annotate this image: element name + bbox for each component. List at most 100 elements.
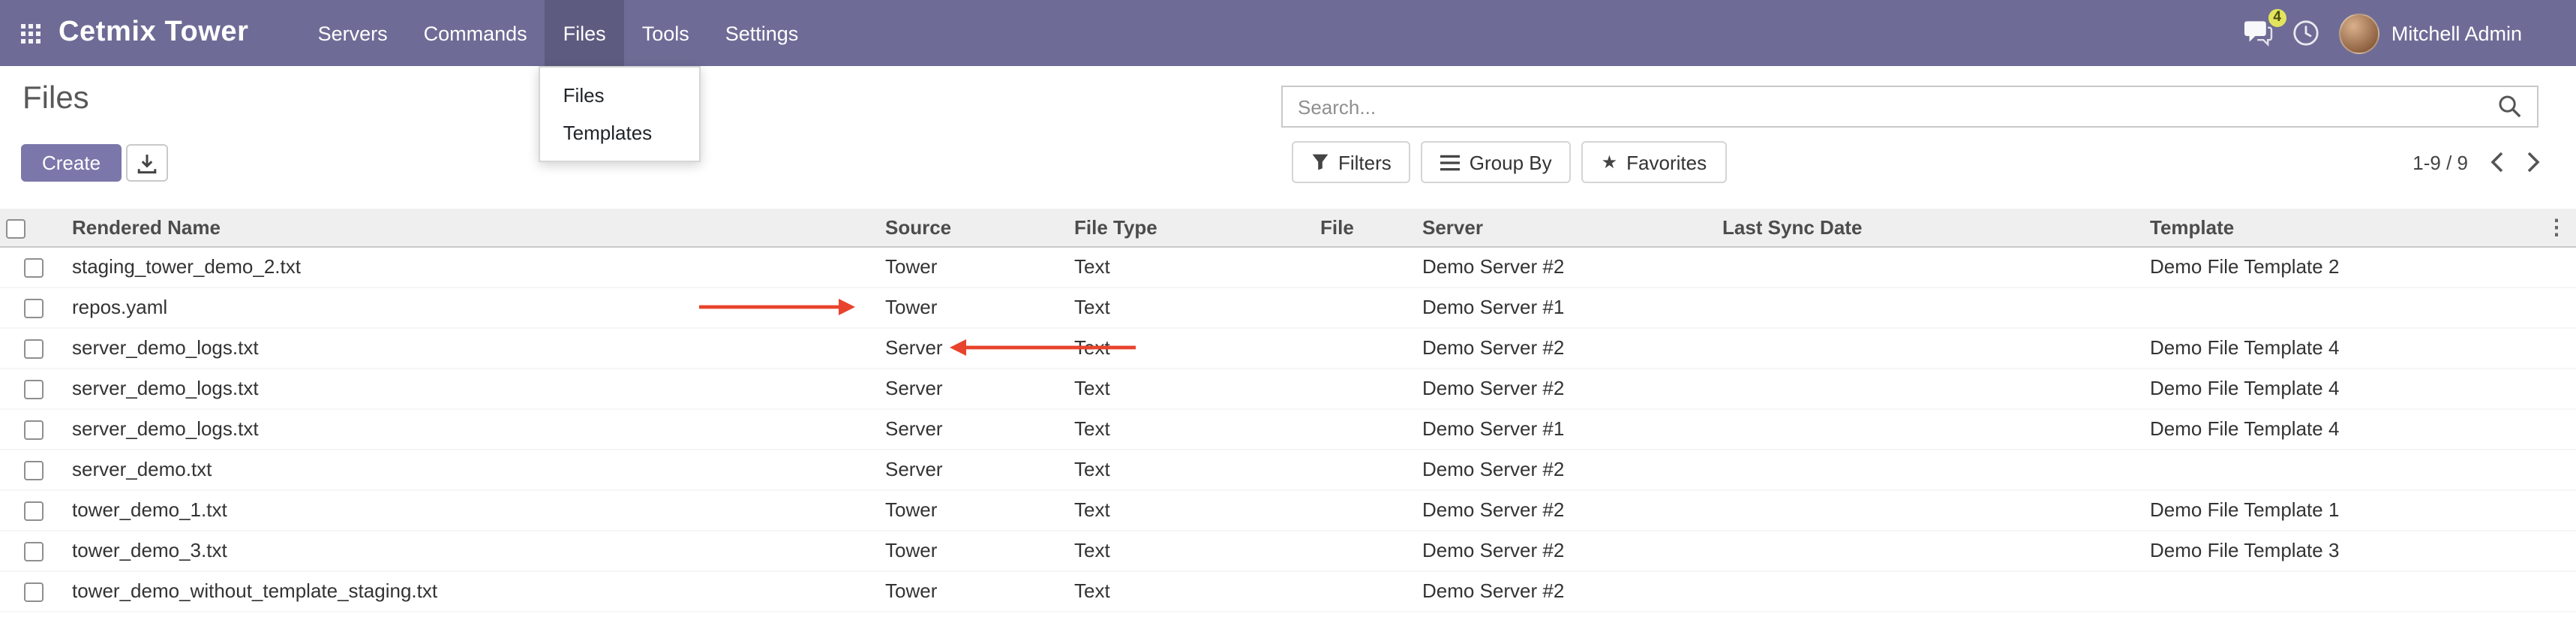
cell-server: Demo Server #2 <box>1416 570 1716 611</box>
filters-label: Filters <box>1338 151 1392 173</box>
column-header-file[interactable]: File <box>1314 209 1416 246</box>
cell-template <box>2144 570 2576 611</box>
row-checkbox-cell <box>0 570 66 611</box>
column-header-server[interactable]: Server <box>1416 209 1716 246</box>
cell-rendered-name[interactable]: server_demo_logs.txt <box>66 408 879 449</box>
table-row[interactable]: staging_tower_demo_2.txt Tower Text Demo… <box>0 246 2576 287</box>
messages-button[interactable]: 4 <box>2243 20 2273 47</box>
cell-last-sync-date <box>1716 408 2144 449</box>
cell-last-sync-date <box>1716 287 2144 327</box>
dropdown-item-templates[interactable]: Templates <box>541 114 700 152</box>
search-button[interactable] <box>2483 95 2537 119</box>
row-checkbox[interactable] <box>23 299 43 318</box>
table-row[interactable]: tower_demo_3.txt Tower Text Demo Server … <box>0 530 2576 570</box>
export-button[interactable] <box>126 144 168 182</box>
table-row[interactable]: server_demo_logs.txt Server Text Demo Se… <box>0 408 2576 449</box>
row-checkbox[interactable] <box>23 258 43 278</box>
cell-template: Demo File Template 3 <box>2144 530 2576 570</box>
row-checkbox[interactable] <box>23 339 43 359</box>
row-checkbox-cell <box>0 246 66 287</box>
chevron-left-icon <box>2490 152 2504 173</box>
cell-source: Tower <box>879 489 1068 530</box>
chevron-right-icon <box>2526 152 2540 173</box>
column-header-file-type[interactable]: File Type <box>1068 209 1314 246</box>
activities-button[interactable] <box>2292 20 2319 47</box>
menu-commands[interactable]: Commands <box>406 0 545 66</box>
row-checkbox[interactable] <box>23 420 43 440</box>
cell-server: Demo Server #2 <box>1416 246 1716 287</box>
page-title: Files <box>23 81 89 117</box>
cell-rendered-name[interactable]: tower_demo_3.txt <box>66 530 879 570</box>
create-button[interactable]: Create <box>21 144 122 182</box>
group-by-button[interactable]: Group By <box>1422 141 1572 183</box>
cell-file <box>1314 489 1416 530</box>
cell-template: Demo File Template 1 <box>2144 489 2576 530</box>
group-by-label: Group By <box>1470 151 1552 173</box>
messages-count-badge: 4 <box>2268 9 2286 27</box>
files-page: Cetmix Tower Servers Commands Files File… <box>0 0 2576 626</box>
pager-previous-button[interactable] <box>2490 152 2504 173</box>
cell-template <box>2144 449 2576 489</box>
table-row[interactable]: tower_demo_without_template_staging.txt … <box>0 570 2576 611</box>
cell-rendered-name[interactable]: tower_demo_without_template_staging.txt <box>66 570 879 611</box>
control-panel: Files Create Filters <box>0 66 2576 209</box>
menu-files[interactable]: Files Files Templates <box>545 0 624 66</box>
row-checkbox[interactable] <box>23 501 43 521</box>
table-row[interactable]: server_demo_logs.txt Server Text Demo Se… <box>0 327 2576 368</box>
table-row[interactable]: tower_demo_1.txt Tower Text Demo Server … <box>0 489 2576 530</box>
cell-last-sync-date <box>1716 327 2144 368</box>
column-header-last-sync-date[interactable]: Last Sync Date <box>1716 209 2144 246</box>
cell-file <box>1314 327 1416 368</box>
row-checkbox[interactable] <box>23 380 43 399</box>
cell-server: Demo Server #1 <box>1416 287 1716 327</box>
search-options: Filters Group By ★ Favorites <box>1292 141 1726 183</box>
favorites-button[interactable]: ★ Favorites <box>1582 141 1726 183</box>
search-box <box>1281 86 2538 128</box>
table-row[interactable]: server_demo.txt Server Text Demo Server … <box>0 449 2576 489</box>
pager-next-button[interactable] <box>2526 152 2540 173</box>
cell-template: Demo File Template 2 <box>2144 246 2576 287</box>
row-checkbox[interactable] <box>23 461 43 480</box>
cell-last-sync-date <box>1716 530 2144 570</box>
cell-file-type: Text <box>1068 287 1314 327</box>
cell-file <box>1314 287 1416 327</box>
select-all-checkbox[interactable] <box>6 219 26 239</box>
column-header-template[interactable]: Template ⋮ <box>2144 209 2576 246</box>
cell-file <box>1314 570 1416 611</box>
row-checkbox[interactable] <box>23 542 43 561</box>
cell-rendered-name[interactable]: staging_tower_demo_2.txt <box>66 246 879 287</box>
cell-rendered-name[interactable]: server_demo_logs.txt <box>66 368 879 408</box>
user-menu[interactable]: Mitchell Admin <box>2339 13 2522 53</box>
cell-server: Demo Server #2 <box>1416 327 1716 368</box>
column-header-rendered-name[interactable]: Rendered Name <box>66 209 879 246</box>
table-row[interactable]: repos.yaml Tower Text Demo Server #1 <box>0 287 2576 327</box>
menu-servers[interactable]: Servers <box>300 0 406 66</box>
cell-last-sync-date <box>1716 246 2144 287</box>
files-dropdown-menu: Files Templates <box>539 66 701 162</box>
cell-source: Server <box>879 368 1068 408</box>
dropdown-item-files[interactable]: Files <box>541 77 700 114</box>
main-menu: Servers Commands Files Files Templates T… <box>300 0 817 66</box>
row-checkbox[interactable] <box>23 582 43 602</box>
cell-rendered-name[interactable]: server_demo.txt <box>66 449 879 489</box>
top-navbar: Cetmix Tower Servers Commands Files File… <box>0 0 2576 66</box>
cell-rendered-name[interactable]: tower_demo_1.txt <box>66 489 879 530</box>
row-checkbox-cell <box>0 489 66 530</box>
cell-rendered-name[interactable]: server_demo_logs.txt <box>66 327 879 368</box>
cell-source: Server <box>879 408 1068 449</box>
cell-rendered-name[interactable]: repos.yaml <box>66 287 879 327</box>
menu-tools[interactable]: Tools <box>624 0 707 66</box>
table-header-row: Rendered Name Source File Type File Serv… <box>0 209 2576 246</box>
optional-columns-toggle vertical-dots-icon[interactable]: ⋮ <box>2546 215 2567 239</box>
menu-files-label: Files <box>563 22 606 44</box>
menu-settings[interactable]: Settings <box>707 0 817 66</box>
clock-icon <box>2292 20 2319 47</box>
column-header-source[interactable]: Source <box>879 209 1068 246</box>
search-input[interactable] <box>1283 95 2483 118</box>
filters-button[interactable]: Filters <box>1292 141 1411 183</box>
table-row[interactable]: server_demo_logs.txt Server Text Demo Se… <box>0 368 2576 408</box>
apps-menu-button[interactable] <box>0 0 59 66</box>
menu-tools-label: Tools <box>642 22 689 44</box>
cell-server: Demo Server #2 <box>1416 368 1716 408</box>
cell-file <box>1314 368 1416 408</box>
